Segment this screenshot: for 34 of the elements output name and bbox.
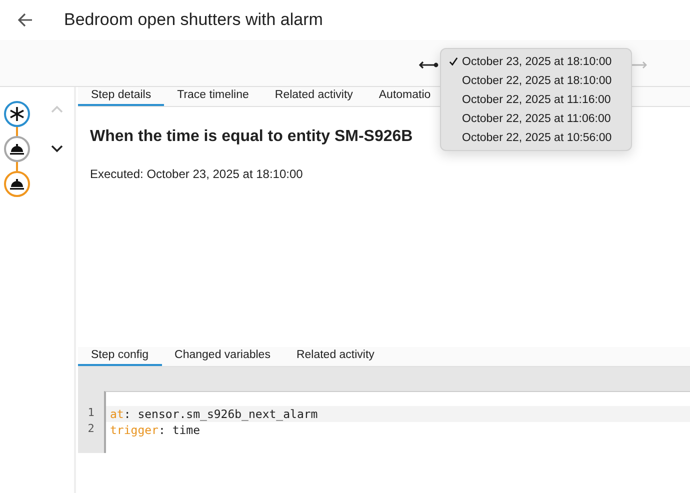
code-value: : time bbox=[158, 423, 200, 437]
executed-text: Executed: October 23, 2025 at 18:10:00 bbox=[90, 167, 304, 181]
trace-option[interactable]: October 22, 2025 at 11:16:00 bbox=[441, 90, 631, 109]
option-label: October 22, 2025 at 11:06:00 bbox=[462, 112, 611, 124]
code-area[interactable]: at: sensor.sm_s926b_next_alarm trigger: time bbox=[104, 391, 690, 453]
option-label: October 22, 2025 at 18:10:00 bbox=[462, 74, 612, 86]
bell-icon bbox=[9, 176, 25, 192]
trace-option[interactable]: October 22, 2025 at 11:06:00 bbox=[441, 109, 631, 128]
tab[interactable]: Automatio bbox=[366, 87, 444, 106]
step-title: When the time is equal to entity SM-S926B bbox=[90, 128, 413, 146]
chevron-down-icon[interactable] bbox=[51, 145, 63, 153]
line-number: 1 bbox=[88, 406, 94, 420]
trace-option[interactable]: October 22, 2025 at 18:10:00 bbox=[441, 71, 631, 90]
trace-node[interactable] bbox=[4, 171, 30, 197]
page-title: Bedroom open shutters with alarm bbox=[64, 10, 323, 30]
code-key: at bbox=[110, 407, 124, 421]
trace-option[interactable]: October 22, 2025 at 10:56:00 bbox=[441, 128, 631, 147]
back-arrow-icon[interactable] bbox=[17, 12, 33, 28]
line-number: 2 bbox=[88, 422, 94, 436]
code-key: trigger bbox=[110, 423, 158, 437]
tab[interactable]: Related activity bbox=[283, 347, 388, 366]
tab[interactable]: Trace timeline bbox=[164, 87, 262, 106]
option-label: October 22, 2025 at 11:16:00 bbox=[462, 94, 611, 106]
trace-node[interactable] bbox=[4, 101, 30, 127]
option-label: October 23, 2025 at 18:10:00 bbox=[462, 56, 612, 68]
asterisk-icon bbox=[9, 106, 25, 122]
option-label: October 22, 2025 at 10:56:00 bbox=[462, 132, 612, 144]
bell-icon bbox=[9, 141, 25, 157]
code-value: : sensor.sm_s926b_next_alarm bbox=[124, 407, 318, 421]
tab[interactable]: Changed variables bbox=[162, 347, 284, 366]
tab[interactable]: Step details bbox=[78, 87, 164, 106]
trace-option[interactable]: October 23, 2025 at 18:10:00 bbox=[441, 52, 631, 71]
tab[interactable]: Related activity bbox=[262, 87, 366, 106]
trace-node[interactable] bbox=[4, 136, 30, 162]
